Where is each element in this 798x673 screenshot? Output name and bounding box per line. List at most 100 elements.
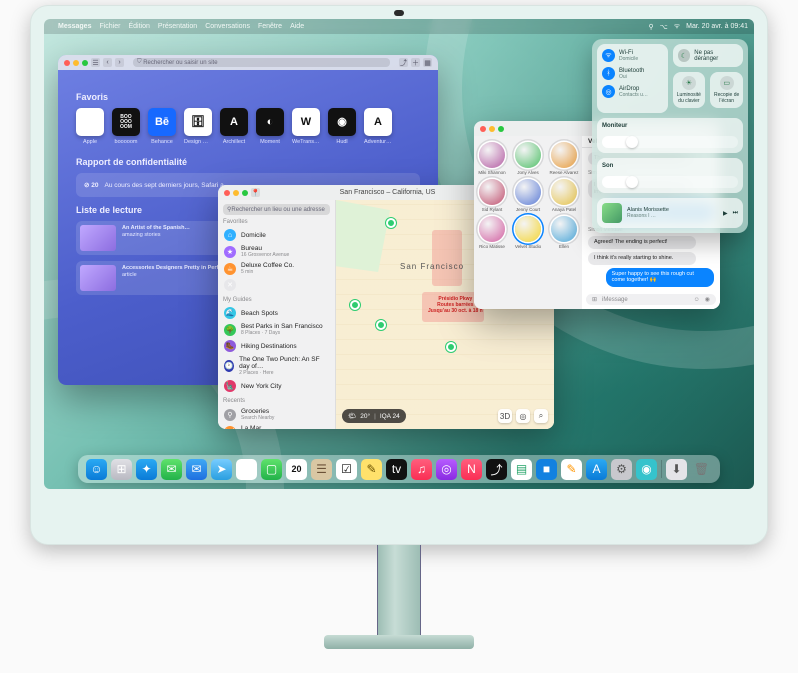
favourite-tile[interactable]: ◐ Moment [256, 108, 284, 145]
dock-app-launchpad[interactable]: ⊞ [111, 459, 132, 480]
zoom-icon[interactable] [498, 126, 504, 132]
app-name[interactable]: Messages [58, 23, 91, 30]
wifi-icon[interactable]: ᯤ [674, 22, 680, 31]
tabs-icon[interactable]: ▦ [423, 58, 432, 67]
favourite-tile[interactable]: Bē Behance [148, 108, 176, 145]
conversation-avatar[interactable]: Jenny Court [512, 179, 544, 212]
control-centre-icon[interactable]: ⌥ [660, 23, 668, 31]
menu-item[interactable]: Conversations [205, 23, 250, 30]
sound-slider-tile[interactable]: Son [597, 158, 743, 193]
map-locate-icon[interactable]: ◎ [516, 409, 530, 423]
dock-app-finder[interactable]: ☺ [86, 459, 107, 480]
chat-input[interactable]: ⊞ iMessage ☺ ◉ [586, 294, 716, 305]
address-bar[interactable]: ⛉ Rechercher ou saisir un site [133, 58, 390, 67]
map-weather-pill[interactable]: 🌤 20° | IQA 24 [342, 409, 406, 423]
dock-app-music[interactable]: ♫ [411, 459, 432, 480]
message-incoming[interactable]: Agreed! The ending is perfect! [588, 236, 696, 249]
minimise-icon[interactable] [233, 190, 239, 196]
map-pin[interactable] [350, 300, 360, 310]
new-tab-icon[interactable]: ＋ [411, 58, 420, 67]
dock-app-mail[interactable]: ✉︎ [186, 459, 207, 480]
clock[interactable]: Mar. 20 avr. à 09:41 [686, 23, 748, 30]
dock-app-numbers[interactable]: ▤ [511, 459, 532, 480]
zoom-icon[interactable] [242, 190, 248, 196]
zoom-icon[interactable] [82, 60, 88, 66]
forward-icon[interactable]: › [115, 58, 124, 67]
emoji-icon[interactable]: ☺ [694, 297, 700, 303]
dock-app-photos[interactable]: ✿ [236, 459, 257, 480]
sidebar-item[interactable]: ⌂ Domicile [223, 227, 330, 243]
maps-sidebar[interactable]: ⚲ Rechercher un lieu ou une adresse Favo… [218, 200, 336, 429]
dock-app-pages[interactable]: ✎ [561, 459, 582, 480]
screen-mirroring-tile[interactable]: ▭ Recopie de l’écran [710, 72, 743, 108]
dock[interactable]: ☺⊞✦✉︎✉︎➤✿▢20☰☑︎✎tv♫◎N⤴︎▤■✎A⚙︎◉⬇︎🗑 [78, 455, 720, 483]
dock-app-maps[interactable]: ➤ [211, 459, 232, 480]
airdrop-icon[interactable]: ◎ [602, 85, 615, 98]
spotlight-icon[interactable]: ⚲ [649, 23, 654, 31]
conversation-avatar[interactable]: Sid Rylant [476, 179, 508, 212]
sidebar-item[interactable]: ★ Bureau16 Grosvenor Avenue [223, 243, 330, 260]
conversation-avatar[interactable]: Anaya Patel [548, 179, 580, 212]
menu-item[interactable]: Édition [128, 23, 149, 30]
conversation-avatar[interactable]: Velvet Studio [512, 216, 544, 249]
control-centre-panel[interactable]: ᯤ Wi-Fi Domicile ᚼ Bluetooth Oui ◎ AirDr… [592, 39, 748, 233]
dock-app-tv[interactable]: tv [386, 459, 407, 480]
sidebar-item[interactable]: ✕ [223, 277, 330, 293]
connectivity-tile[interactable]: ᯤ Wi-Fi Domicile ᚼ Bluetooth Oui ◎ AirDr… [597, 44, 668, 113]
play-icon[interactable]: ▶︎ [723, 210, 728, 217]
wifi-icon[interactable]: ᯤ [602, 49, 615, 62]
favourite-tile[interactable]: ◉ Hudl [328, 108, 356, 145]
close-icon[interactable] [64, 60, 70, 66]
dnd-tile[interactable]: ☾ Ne pas déranger [673, 44, 744, 67]
now-playing-tile[interactable]: Alanis Morissette Reasons I … ▶︎ ⏭ [597, 198, 743, 228]
conversation-avatar[interactable]: Jony Alves [512, 142, 544, 175]
map-binoculars-icon[interactable]: ⌕ [534, 409, 548, 423]
favourite-tile[interactable]: BOO OOO OOM booooom [112, 108, 140, 145]
dock-app-facetime[interactable]: ▢ [261, 459, 282, 480]
menu-item[interactable]: Aide [290, 23, 304, 30]
favourite-tile[interactable]: A Archillect [220, 108, 248, 145]
sound-slider[interactable] [602, 176, 738, 188]
sidebar-item[interactable]: 🥾 Hiking Destinations [223, 338, 330, 354]
keyboard-brightness-tile[interactable]: ☀︎ Luminosité du clavier [673, 72, 706, 108]
display-slider-tile[interactable]: Moniteur [597, 118, 743, 153]
dock-app-preferences[interactable]: ⚙︎ [611, 459, 632, 480]
dock-app-downloads[interactable]: ⬇︎ [666, 459, 687, 480]
map-pin[interactable] [386, 218, 396, 228]
map-pin[interactable] [376, 320, 386, 330]
bluetooth-icon[interactable]: ᚼ [602, 67, 615, 80]
dock-app-news[interactable]: N [461, 459, 482, 480]
sidebar-item[interactable]: 🕐 The One Two Punch: An SF day of…2 Plac… [223, 354, 330, 378]
sidebar-item[interactable]: 🌳 Best Parks in San Francisco8 Places · … [223, 321, 330, 338]
next-icon[interactable]: ⏭ [733, 210, 738, 217]
conversation-avatar[interactable]: Ellen [548, 216, 580, 249]
dock-app-camera[interactable]: ◉ [636, 459, 657, 480]
favourite-tile[interactable]: W WeTransfer [292, 108, 320, 145]
dock-app-trash[interactable]: 🗑 [691, 459, 712, 480]
favourite-tile[interactable]: 🗄 Design Mi… [184, 108, 212, 145]
close-icon[interactable] [224, 190, 230, 196]
sidebar-item[interactable]: ☕︎ Deluxe Coffee Co.5 min [223, 260, 330, 277]
map-pin[interactable] [446, 342, 456, 352]
dock-app-messages[interactable]: ✉︎ [161, 459, 182, 480]
dock-app-notes[interactable]: ✎ [361, 459, 382, 480]
close-icon[interactable] [480, 126, 486, 132]
conversation-avatar[interactable]: Reese Alvarez [548, 142, 580, 175]
minimise-icon[interactable] [73, 60, 79, 66]
apps-icon[interactable]: ⊞ [592, 296, 597, 303]
dock-app-keynote[interactable]: ■ [536, 459, 557, 480]
dock-app-reminders[interactable]: ☑︎ [336, 459, 357, 480]
back-icon[interactable]: ‹ [103, 58, 112, 67]
safari-titlebar[interactable]: ☰ ‹ › ⛉ Rechercher ou saisir un site ⤴︎ … [58, 55, 438, 70]
messages-conversation-grid[interactable]: Miki Shannon Jony Alves Reese Alvarez Si… [474, 136, 582, 309]
sidebar-item[interactable]: 🗽 New York City [223, 378, 330, 394]
dock-app-appstore[interactable]: A [586, 459, 607, 480]
display-slider[interactable] [602, 136, 738, 148]
dock-app-contacts[interactable]: ☰ [311, 459, 332, 480]
conversation-avatar[interactable]: Rico Matisse [476, 216, 508, 249]
favourite-tile[interactable]: A Adventure… [364, 108, 392, 145]
minimise-icon[interactable] [489, 126, 495, 132]
sidebar-item[interactable]: 🍽 La Mar5 min · Pier 1½ [223, 423, 330, 429]
sidebar-item[interactable]: ⚲ GroceriesSearch Nearby [223, 406, 330, 423]
dock-app-stocks[interactable]: ⤴︎ [486, 459, 507, 480]
